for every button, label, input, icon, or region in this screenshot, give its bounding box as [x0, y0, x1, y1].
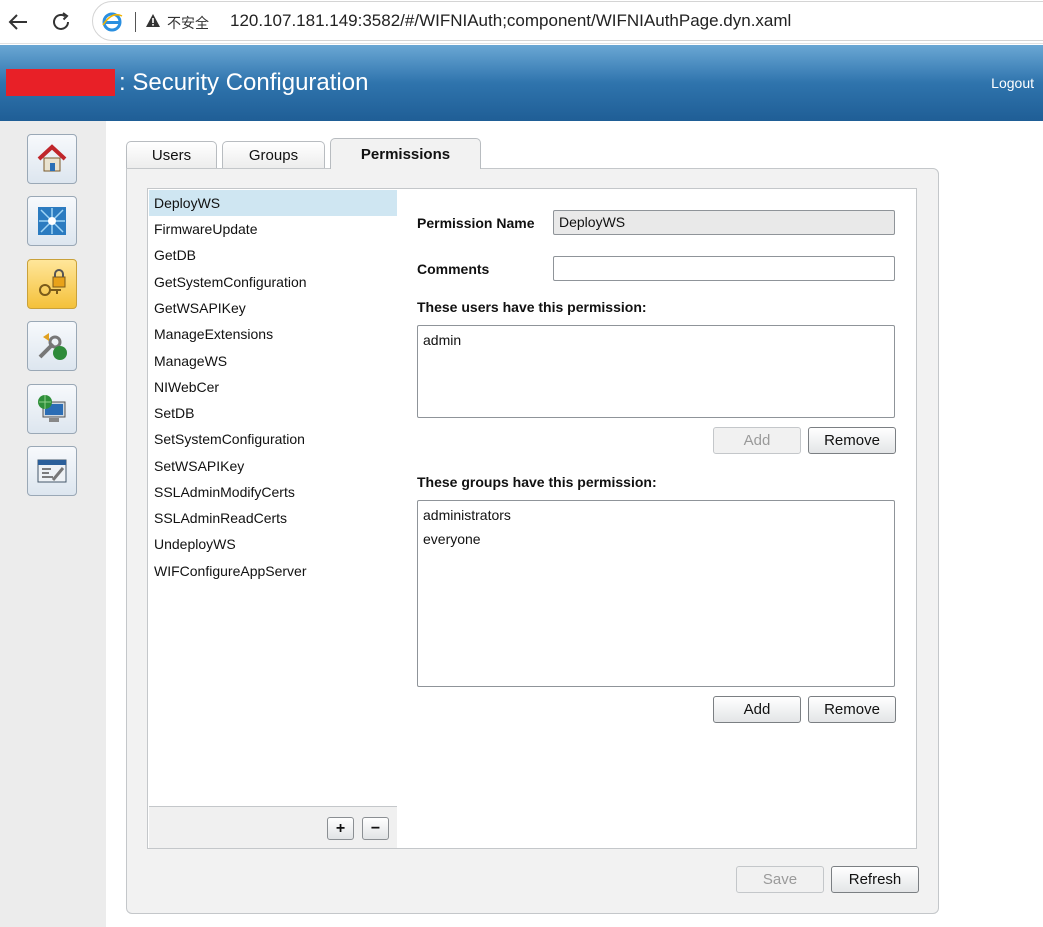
list-item[interactable]: NIWebCer	[149, 374, 397, 400]
save-button[interactable]: Save	[736, 866, 824, 893]
app-header: : Security Configuration Logout	[0, 45, 1043, 121]
users-list[interactable]: admin	[417, 325, 895, 418]
insecure-label[interactable]: 不安全	[167, 13, 209, 33]
logout-link[interactable]: Logout	[991, 75, 1034, 91]
permission-list[interactable]: DeployWS FirmwareUpdate GetDB GetSystemC…	[147, 188, 398, 849]
list-item[interactable]: ManageWS	[149, 348, 397, 374]
redacted-brand	[6, 69, 115, 96]
browser-toolbar: 不安全 120.107.181.149:3582/#/WIFNIAuth;com…	[0, 0, 1043, 44]
refresh-button[interactable]: Refresh	[831, 866, 919, 893]
tab-permissions[interactable]: Permissions	[330, 138, 481, 169]
list-item[interactable]: SetSystemConfiguration	[149, 426, 397, 452]
comments-label: Comments	[417, 261, 490, 277]
list-item[interactable]: admin	[423, 332, 461, 348]
list-item[interactable]: FirmwareUpdate	[149, 216, 397, 242]
back-arrow-icon[interactable]	[4, 8, 32, 36]
sidebar-item-network[interactable]	[27, 196, 77, 246]
remove-permission-button[interactable]: −	[362, 817, 389, 840]
list-item[interactable]: everyone	[423, 531, 481, 547]
computer-globe-icon	[38, 395, 66, 422]
groups-heading: These groups have this permission:	[417, 474, 657, 490]
list-item[interactable]: DeployWS	[149, 190, 397, 216]
list-item[interactable]: ManageExtensions	[149, 321, 397, 347]
sidebar-item-computer[interactable]	[27, 384, 77, 434]
tab-users[interactable]: Users	[126, 141, 217, 169]
groups-list[interactable]: administrators everyone	[417, 500, 895, 687]
list-item[interactable]: administrators	[423, 507, 511, 523]
permission-name-field[interactable]: DeployWS	[553, 210, 895, 235]
tab-groups[interactable]: Groups	[222, 141, 325, 169]
remove-group-button[interactable]: Remove	[808, 696, 896, 723]
sidebar-item-home[interactable]	[27, 134, 77, 184]
permission-detail: Permission Name DeployWS Comments These …	[397, 188, 917, 849]
list-footer: + −	[149, 806, 397, 848]
permission-name-label: Permission Name	[417, 215, 535, 231]
list-item[interactable]: GetSystemConfiguration	[149, 269, 397, 295]
refresh-icon[interactable]	[47, 8, 75, 36]
url-text[interactable]: 120.107.181.149:3582/#/WIFNIAuth;compone…	[230, 11, 791, 31]
home-icon	[37, 144, 67, 172]
list-item[interactable]: UndeployWS	[149, 531, 397, 557]
list-item[interactable]: SetDB	[149, 400, 397, 426]
add-permission-button[interactable]: +	[327, 817, 354, 840]
separator	[135, 12, 136, 32]
console-window-icon	[37, 459, 67, 483]
network-icon	[38, 207, 66, 235]
sidebar-item-tools[interactable]	[27, 321, 77, 371]
list-item[interactable]: SetWSAPIKey	[149, 453, 397, 479]
address-bar[interactable]: 不安全 120.107.181.149:3582/#/WIFNIAuth;com…	[92, 1, 1043, 41]
warning-triangle-icon[interactable]	[145, 13, 161, 32]
tools-update-icon	[38, 333, 67, 360]
page-title: : Security Configuration	[119, 69, 369, 96]
remove-user-button[interactable]: Remove	[808, 427, 896, 454]
sidebar-item-console[interactable]	[27, 446, 77, 496]
comments-field[interactable]	[553, 256, 895, 281]
users-heading: These users have this permission:	[417, 299, 647, 315]
list-item[interactable]: GetWSAPIKey	[149, 295, 397, 321]
security-lock-icon	[39, 269, 66, 296]
list-item[interactable]: SSLAdminModifyCerts	[149, 479, 397, 505]
add-group-button[interactable]: Add	[713, 696, 801, 723]
list-item[interactable]: GetDB	[149, 242, 397, 268]
add-user-button[interactable]: Add	[713, 427, 801, 454]
ie-logo-icon	[101, 11, 123, 36]
sidebar-item-security[interactable]	[27, 259, 77, 309]
list-item[interactable]: WIFConfigureAppServer	[149, 558, 397, 584]
list-item[interactable]: SSLAdminReadCerts	[149, 505, 397, 531]
